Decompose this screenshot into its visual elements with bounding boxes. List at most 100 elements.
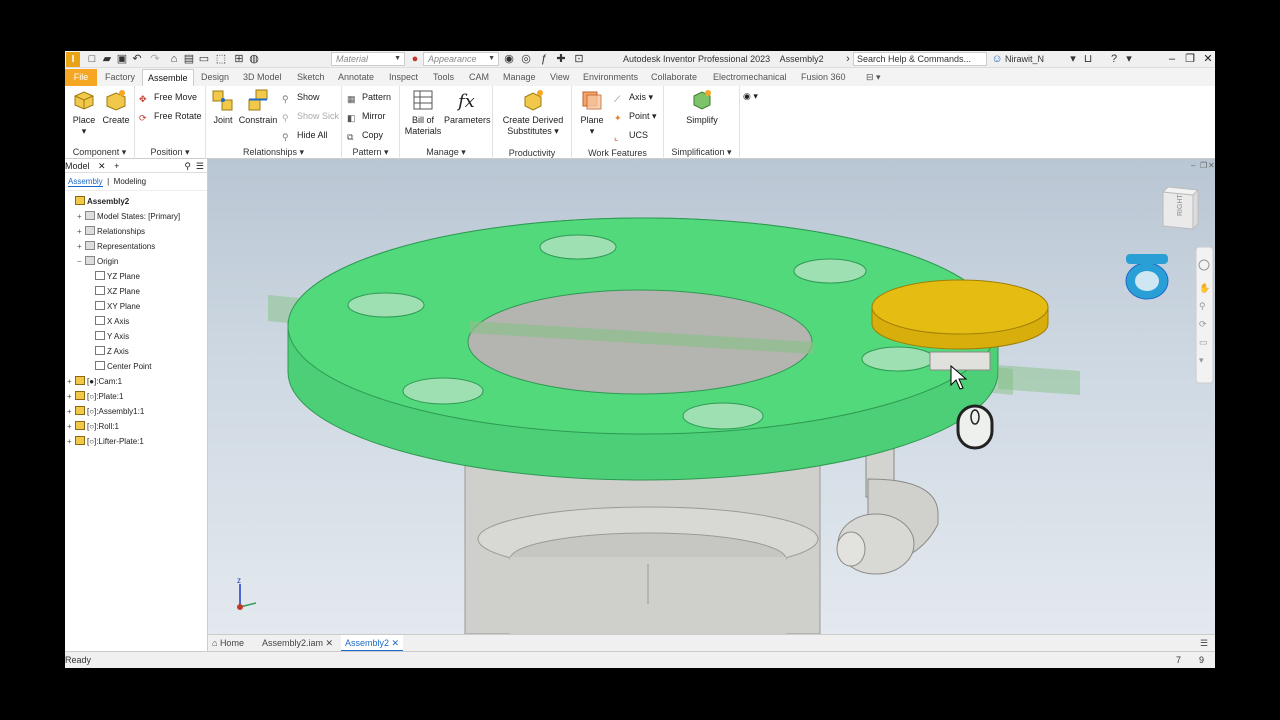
close-tab-icon[interactable]: ✕ [392,638,400,648]
save-icon[interactable]: ▣ [116,53,128,65]
help-dropdown-icon[interactable]: ▾ [1123,53,1135,65]
tree-toggle-icon[interactable]: − [77,255,85,269]
tree-toggle-icon[interactable]: + [67,420,75,434]
doc-tabs-menu-icon[interactable]: ☰ [1200,635,1208,652]
model-scene[interactable]: z RIGHT ✋ ⚲ ⟳ ▭ ▾ – ❐ ✕ [208,159,1215,634]
minimize-button[interactable]: – [1163,51,1181,67]
tab-assembly-view[interactable]: Assembly [68,177,103,187]
tree-item[interactable]: Y Axis [87,330,129,344]
nav-options-icon[interactable]: ▾ [1199,355,1204,365]
tab-factory[interactable]: Factory [100,69,140,86]
tab-manage[interactable]: Manage [498,69,541,86]
tree-item[interactable]: XZ Plane [87,285,140,299]
show-sick-button[interactable]: ⚲ Show Sick [282,110,339,124]
doc-tab-assembly2[interactable]: Assembly2 ✕ [341,635,404,652]
joint-button[interactable]: Joint [208,88,238,126]
simplify-button[interactable]: Simplify [672,88,732,126]
ucs-button[interactable]: ⌞ UCS [614,129,648,143]
open-folder-icon[interactable]: ▰ [101,53,113,65]
tab-environments[interactable]: Environments [578,69,643,86]
help-icon[interactable]: ? [1108,53,1120,65]
browser-search-icon[interactable]: ⚲ [184,159,191,173]
restore-button[interactable]: ❐ [1181,51,1199,67]
browser-menu-icon[interactable]: ☰ [196,159,204,173]
constrain-button[interactable]: Constrain [238,88,278,126]
zoom-icon[interactable]: ⚲ [1199,301,1206,311]
user-name[interactable]: Nirawit_N [1005,54,1044,64]
fx-icon[interactable]: ƒ [538,53,550,65]
plane-button[interactable]: Plane ▾ [576,88,608,137]
tree-item[interactable]: Assembly2 [67,195,129,209]
cart-icon[interactable]: ⊔ [1082,53,1094,65]
doc-tab-home[interactable]: ⌂ Home [212,635,244,652]
tree-item[interactable]: Z Axis [87,345,129,359]
tree-item[interactable]: + Model States: [Primary] [77,210,180,224]
tree-item[interactable]: + [○]:Lifter-Plate:1 [67,435,144,449]
print-icon[interactable]: ▭ [198,53,210,65]
pattern-group-label[interactable]: Pattern ▾ [342,147,399,158]
tree-toggle-icon[interactable]: + [67,405,75,419]
relationships-group-label[interactable]: Relationships ▾ [206,147,341,158]
viewport-minimize-icon[interactable]: – [1191,161,1196,170]
customize-icon[interactable]: ⊡ [573,53,585,65]
doc-tab-assembly2-iam[interactable]: Assembly2.iam ✕ [262,635,333,652]
show-button[interactable]: ⚲ Show [282,91,320,105]
clear-appearance-icon[interactable]: ◎ [520,53,532,65]
undo-icon[interactable]: ↶ [131,53,143,65]
place-button[interactable]: Place ▾ [69,88,99,137]
redo-icon[interactable]: ↷ [149,53,161,65]
close-window-button[interactable]: ✕ [1199,51,1215,67]
tab-tools[interactable]: Tools [428,69,459,86]
adjust-appearance-icon[interactable]: ◉ [503,53,515,65]
hide-all-button[interactable]: ⚲ Hide All [282,129,328,143]
axis-button[interactable]: ⟋ Axis ▾ [614,91,653,105]
tab-3d-model[interactable]: 3D Model [238,69,287,86]
manage-group-label[interactable]: Manage ▾ [400,147,492,158]
tab-assemble[interactable]: Assemble [142,69,194,86]
tree-item[interactable]: + [○]:Plate:1 [67,390,123,404]
tab-cam[interactable]: CAM [464,69,494,86]
simplification-group-label[interactable]: Simplification ▾ [664,147,739,158]
search-input[interactable]: Search Help & Commands... [853,52,987,66]
measure-icon[interactable]: ⊞ [233,53,245,65]
tree-toggle-icon[interactable]: + [67,435,75,449]
ribbon-options-icon[interactable]: ◉ ▾ [743,90,758,102]
pattern-button[interactable]: ▦ Pattern [347,91,391,105]
free-move-button[interactable]: ✥ Free Move [139,91,197,105]
tree-toggle-icon[interactable]: + [67,375,75,389]
create-derived-substitutes-button[interactable]: Create Derived Substitutes ▾ [495,88,571,137]
project-icon[interactable]: ▤ [183,53,195,65]
tab-collaborate[interactable]: Collaborate [646,69,702,86]
parameters-button[interactable]: fx Parameters [444,88,491,126]
tab-annotate[interactable]: Annotate [333,69,379,86]
appearance-dropdown[interactable]: Appearance ▼ [423,52,499,66]
pan-icon[interactable]: ✋ [1199,282,1210,293]
tab-modeling-view[interactable]: Modeling [114,177,146,186]
free-rotate-button[interactable]: ⟳ Free Rotate [139,110,202,124]
browser-title[interactable]: Model [65,161,90,171]
point-button[interactable]: ✦ Point ▾ [614,110,657,124]
tree-toggle-icon[interactable]: + [77,240,85,254]
tree-item[interactable]: + [○]:Roll:1 [67,420,119,434]
browser-add-icon[interactable]: + [114,161,119,171]
tree-item[interactable]: Center Point [87,360,151,374]
browser-close-icon[interactable]: ✕ [98,161,106,171]
home-icon[interactable]: ⌂ [168,53,180,65]
tab-electromechanical[interactable]: Electromechanical [708,69,792,86]
settings-icon[interactable]: ◍ [248,53,260,65]
viewport-restore-icon[interactable]: ❐ [1200,161,1207,170]
ribbon-display-toggle-icon[interactable]: ⊟ ▾ [861,69,886,86]
look-at-icon[interactable]: ▭ [1199,337,1208,347]
orbit-icon[interactable]: ⟳ [1199,319,1207,329]
component-group-label[interactable]: Component ▾ [65,147,134,158]
viewcube[interactable]: RIGHT [1161,186,1200,231]
tree-item[interactable]: − Origin [77,255,118,269]
tree-toggle-icon[interactable]: + [77,225,85,239]
select-icon[interactable]: ⬚ [215,53,227,65]
user-icon[interactable]: ☺ [991,53,1003,65]
tree-item[interactable]: X Axis [87,315,129,329]
tab-file[interactable]: File [65,69,97,86]
inventor-logo-icon[interactable]: I [66,52,80,67]
create-button[interactable]: Create [101,88,131,126]
close-tab-icon[interactable]: ✕ [326,638,334,648]
